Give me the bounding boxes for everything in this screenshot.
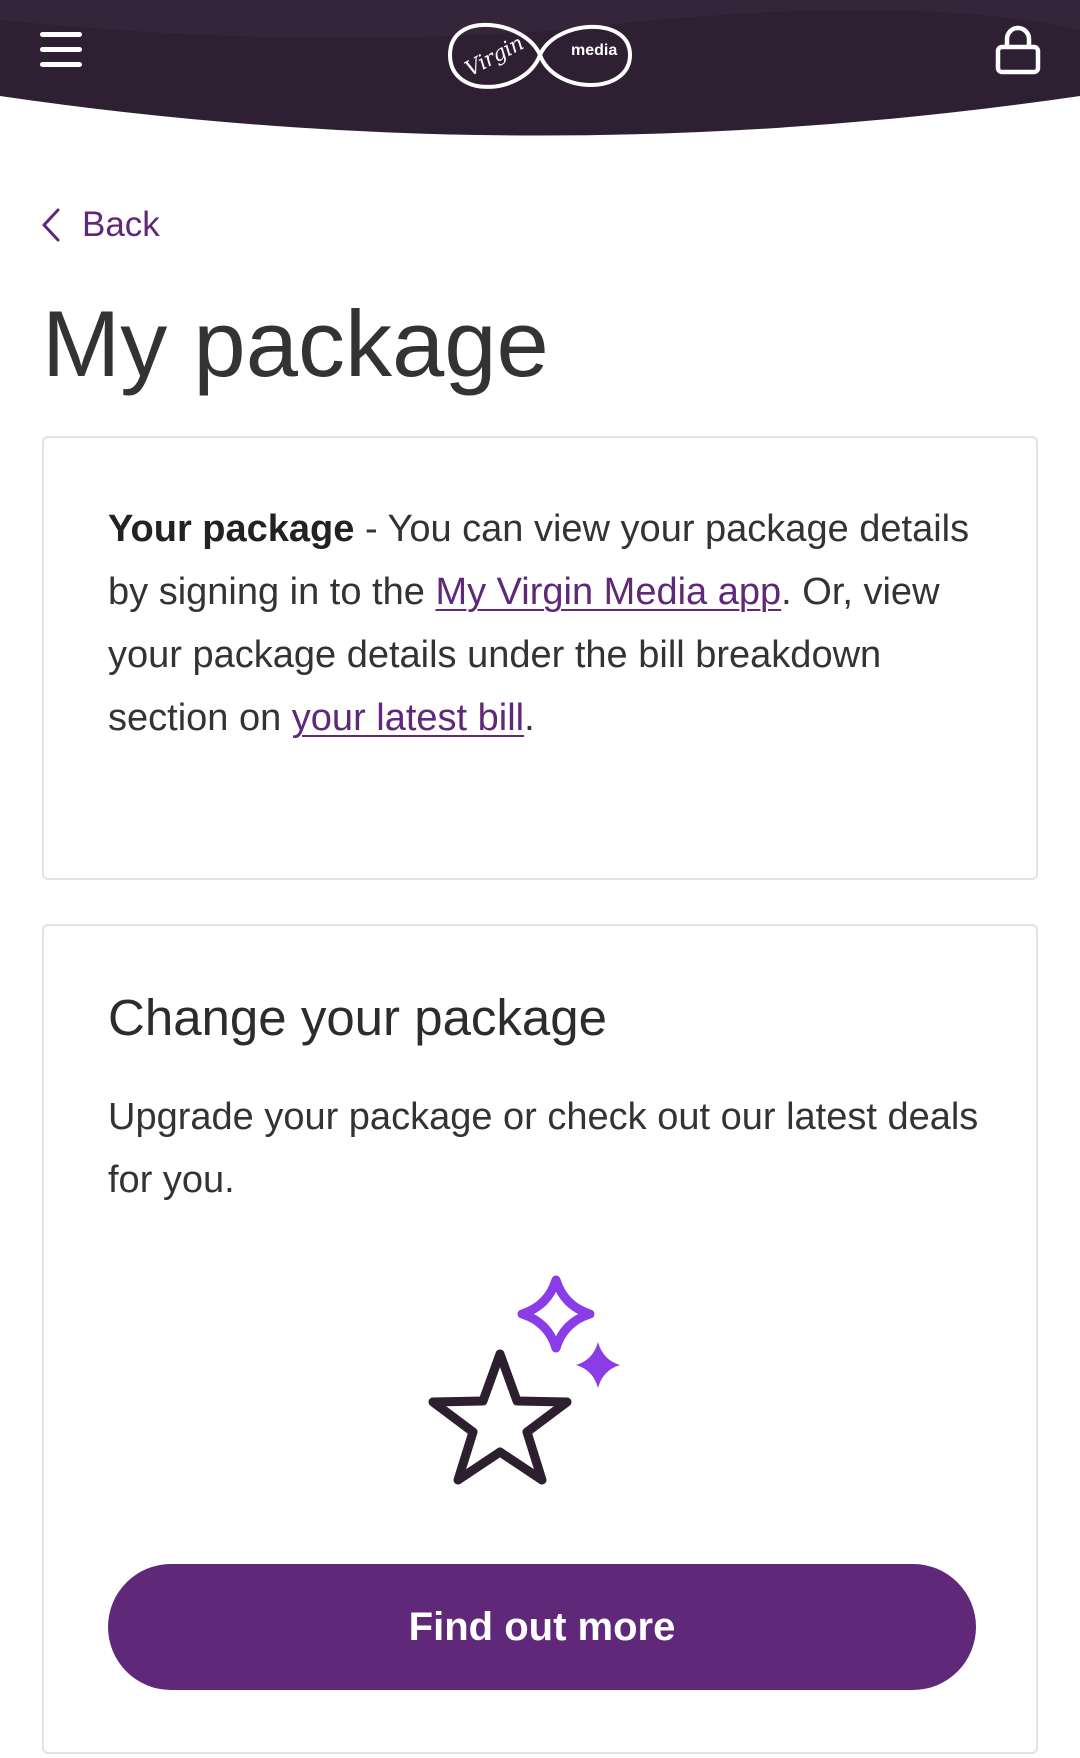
package-info-card: Your package - You can view your package… [42, 436, 1038, 880]
change-package-card: Change your package Upgrade your package… [42, 924, 1038, 1754]
hamburger-menu-icon [40, 32, 82, 67]
back-label: Back [82, 205, 160, 244]
logo-media-text: media [571, 42, 618, 59]
my-virgin-media-app-link[interactable]: My Virgin Media app [435, 571, 781, 613]
package-info-heading: Your package [108, 508, 355, 550]
hamburger-menu-button[interactable] [36, 26, 88, 74]
package-info-text: Your package - You can view your package… [108, 498, 988, 750]
sign-in-lock-button[interactable] [994, 24, 1042, 76]
change-package-description: Upgrade your package or check out our la… [108, 1096, 979, 1201]
site-header: Virgin media [0, 0, 1080, 145]
lock-icon [995, 25, 1041, 75]
page-title: My package [42, 291, 549, 396]
latest-bill-link[interactable]: your latest bill [292, 697, 524, 739]
back-link[interactable]: Back [40, 202, 160, 248]
package-info-text-3: . [524, 697, 535, 739]
find-out-more-button[interactable]: Find out more [108, 1564, 976, 1690]
change-package-title: Change your package [108, 989, 608, 1046]
chevron-left-icon [42, 208, 60, 242]
stars-icon [428, 1275, 620, 1485]
